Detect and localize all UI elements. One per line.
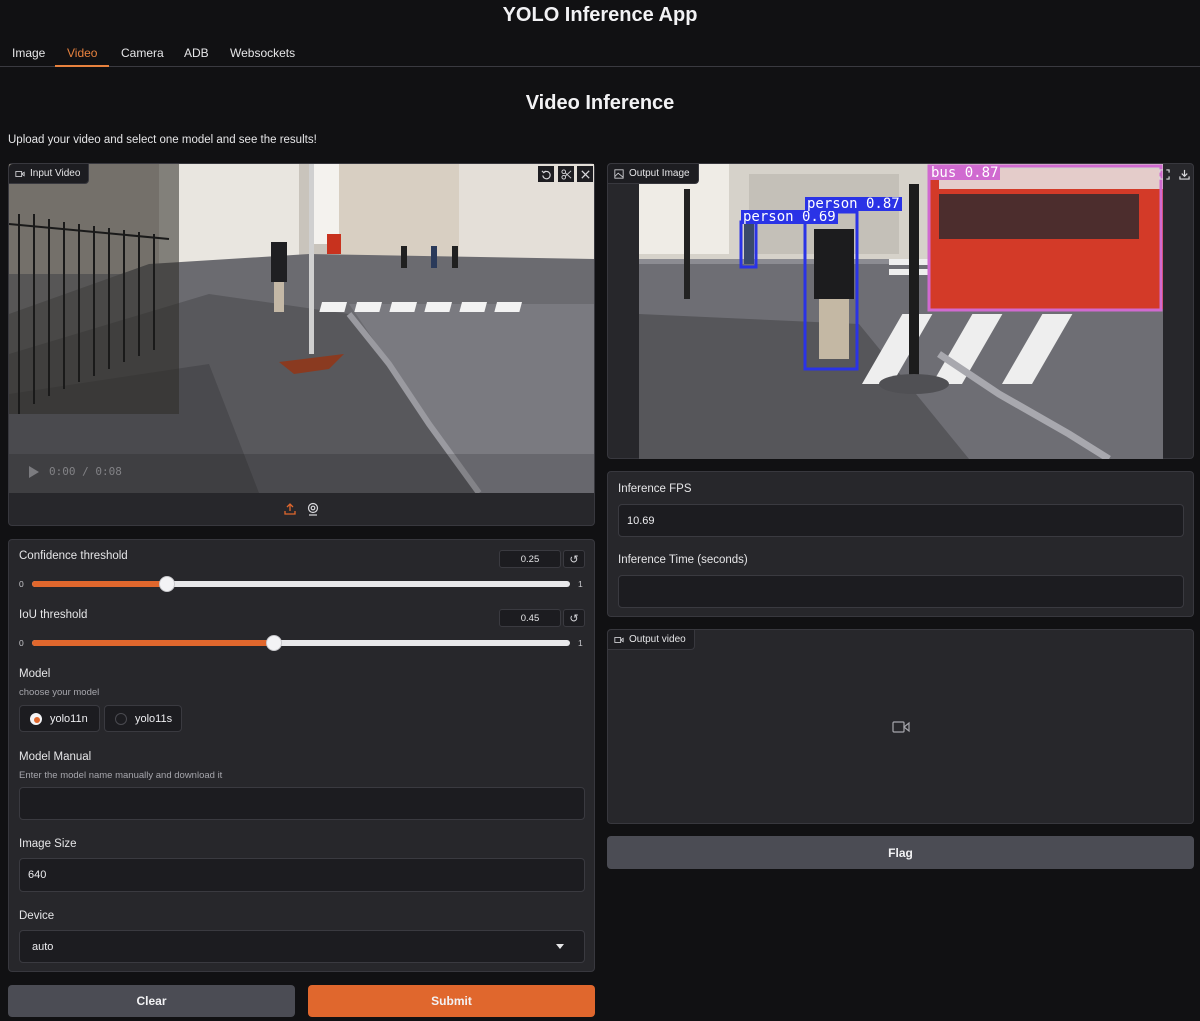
model-manual-info: Enter the model name manually and downlo… xyxy=(19,770,223,781)
inference-fps-label: Inference FPS xyxy=(618,483,692,495)
tab-websockets[interactable]: Websockets xyxy=(230,46,295,67)
device-selected-value: auto xyxy=(32,940,54,953)
input-video-player[interactable]: 0:00 / 0:08 xyxy=(9,164,594,493)
chevron-down-icon xyxy=(556,944,564,949)
inference-fps-output: 10.69 xyxy=(618,504,1184,537)
iou-number-input[interactable]: 0.45 xyxy=(499,609,561,627)
model-manual-label: Model Manual xyxy=(19,751,92,763)
video-time-display: 0:00 / 0:08 xyxy=(49,465,122,478)
detection-label: person 0.69 xyxy=(741,209,838,225)
confidence-reset-button[interactable]: ↺ xyxy=(563,550,585,568)
confidence-min-label: 0 xyxy=(19,579,24,589)
iou-slider-thumb[interactable] xyxy=(266,635,283,651)
model-option-label: yolo11n xyxy=(50,712,88,725)
model-option-label: yolo11s xyxy=(135,712,173,725)
tab-video[interactable]: Video xyxy=(55,46,110,67)
input-video-label-text: Input Video xyxy=(30,168,81,179)
input-video-frame: 0:00 / 0:08 xyxy=(9,164,594,493)
input-video-label: Input Video xyxy=(9,164,90,184)
device-dropdown[interactable]: auto xyxy=(19,930,585,963)
close-icon[interactable] xyxy=(577,166,593,182)
tab-image[interactable]: Image xyxy=(12,46,45,67)
image-size-label: Image Size xyxy=(19,838,77,850)
tab-bar: Image Video Camera ADB Websockets xyxy=(0,40,1200,67)
download-icon[interactable] xyxy=(1176,166,1192,182)
webcam-icon[interactable] xyxy=(305,501,321,517)
inference-time-output xyxy=(618,575,1184,608)
output-video-panel: Output video xyxy=(607,629,1194,824)
flag-button[interactable]: Flag xyxy=(607,836,1194,869)
tab-camera[interactable]: Camera xyxy=(121,46,164,67)
detection-label: bus 0.87 xyxy=(929,165,1001,181)
fullscreen-icon[interactable] xyxy=(1156,166,1172,182)
confidence-slider-fill xyxy=(32,581,167,587)
radio-selected-icon[interactable] xyxy=(30,712,42,725)
model-option-yolo11s[interactable]: yolo11s xyxy=(104,705,182,732)
output-image-label: Output Image xyxy=(608,164,699,184)
output-image: person 0.69 person 0.87 bus 0.87 xyxy=(639,164,1163,459)
video-camera-icon xyxy=(614,636,624,643)
image-size-input[interactable]: 640 xyxy=(19,858,585,892)
output-image-panel: person 0.69 person 0.87 bus 0.87 Output … xyxy=(607,163,1194,459)
iou-slider[interactable] xyxy=(32,635,570,651)
output-video-label-text: Output video xyxy=(629,634,686,645)
iou-reset-button[interactable]: ↺ xyxy=(563,609,585,627)
output-video-label: Output video xyxy=(608,630,695,650)
reset-icon: ↺ xyxy=(569,612,579,625)
undo-icon[interactable] xyxy=(538,166,554,182)
confidence-slider-thumb[interactable] xyxy=(158,576,175,592)
app-title: YOLO Inference App xyxy=(502,4,698,26)
iou-slider-fill xyxy=(32,640,275,646)
input-video-panel: 0:00 / 0:08 Input Video xyxy=(8,163,595,526)
clear-button[interactable]: Clear xyxy=(8,985,295,1017)
detection-label: person 0.87 xyxy=(805,196,902,212)
video-camera-icon xyxy=(15,170,25,177)
inference-stats-panel: Inference FPS 10.69 Inference Time (seco… xyxy=(607,471,1194,617)
model-label: Model xyxy=(19,668,51,680)
model-manual-input[interactable] xyxy=(19,787,585,820)
tab-adb[interactable]: ADB xyxy=(184,46,209,67)
inference-time-label: Inference Time (seconds) xyxy=(618,554,748,566)
section-description: Upload your video and select one model a… xyxy=(8,134,317,146)
output-image-label-text: Output Image xyxy=(629,168,690,179)
reset-icon: ↺ xyxy=(569,553,579,566)
confidence-max-label: 1 xyxy=(578,579,583,589)
iou-max-label: 1 xyxy=(578,638,583,648)
upload-icon[interactable] xyxy=(282,501,298,517)
model-option-yolo11n[interactable]: yolo11n xyxy=(19,705,100,732)
iou-min-label: 0 xyxy=(19,638,24,648)
controls-panel: Confidence threshold 0.25 ↺ 0 1 IoU thre… xyxy=(8,539,595,972)
radio-unselected-icon[interactable] xyxy=(115,712,127,725)
video-placeholder-icon xyxy=(892,721,910,733)
confidence-slider[interactable] xyxy=(32,576,570,592)
submit-button[interactable]: Submit xyxy=(308,985,595,1017)
device-label: Device xyxy=(19,910,55,922)
model-info: choose your model xyxy=(19,687,100,698)
image-icon xyxy=(614,168,624,179)
confidence-label: Confidence threshold xyxy=(19,550,128,562)
scissors-icon[interactable] xyxy=(558,166,574,182)
iou-label: IoU threshold xyxy=(19,609,88,621)
confidence-number-input[interactable]: 0.25 xyxy=(499,550,561,568)
section-title: Video Inference xyxy=(525,92,675,114)
